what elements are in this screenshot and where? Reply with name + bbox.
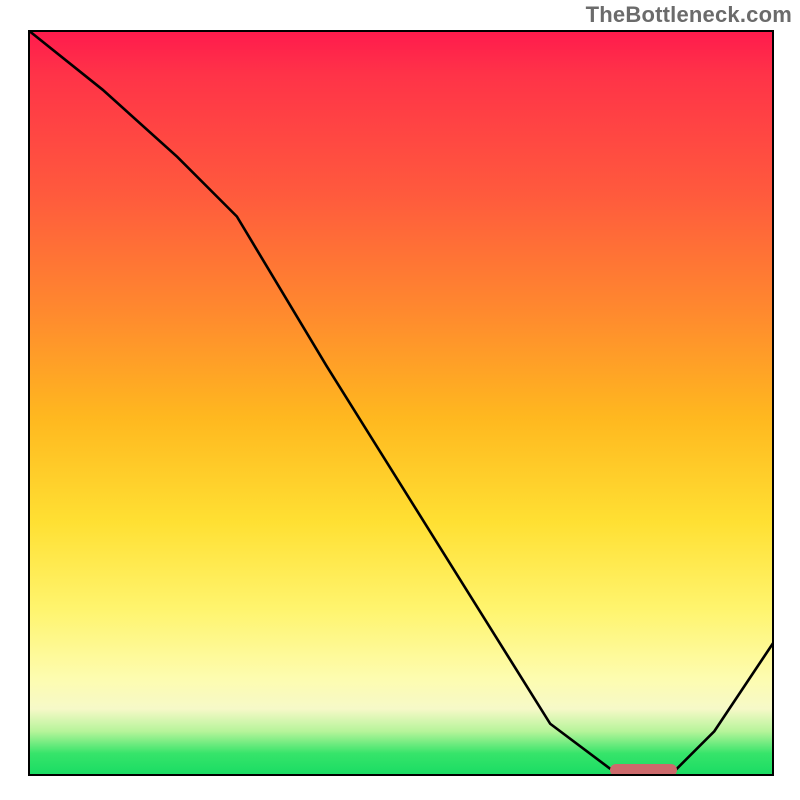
watermark-text: TheBottleneck.com <box>586 2 792 28</box>
curve-svg <box>28 30 774 776</box>
chart-canvas: TheBottleneck.com <box>0 0 800 800</box>
bottleneck-curve-path <box>28 30 774 776</box>
plot-area <box>28 30 774 776</box>
optimal-range-marker <box>610 764 677 776</box>
